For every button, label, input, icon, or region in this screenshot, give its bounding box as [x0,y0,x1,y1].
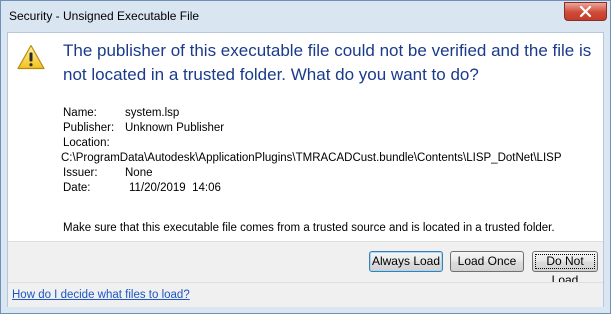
always-load-button[interactable]: Always Load [369,251,443,272]
dialog-body: The publisher of this executable file co… [7,32,604,307]
issuer-label: Issuer: [63,167,98,179]
button-bar: Always Load Load Once Do Not Load [8,241,603,287]
help-link[interactable]: How do I decide what files to load? [12,289,190,301]
publisher-value: Unknown Publisher [125,122,225,134]
close-button[interactable] [564,2,607,21]
trust-notice: Make sure that this executable file come… [63,222,555,234]
load-once-button[interactable]: Load Once [450,251,524,272]
location-value: C:\ProgramData\Autodesk\ApplicationPlugi… [61,152,562,164]
publisher-row: Publisher: Unknown Publisher [63,121,603,136]
window-title: Security - Unsigned Executable File [9,9,200,23]
name-value: system.lsp [125,107,180,119]
file-details: Name: system.lsp Publisher: Unknown Publ… [61,106,603,196]
dialog-footer: How do I decide what files to load? [8,282,603,307]
do-not-load-button[interactable]: Do Not Load [532,251,598,287]
name-row: Name: system.lsp [63,106,603,121]
date-label: Date: [63,182,91,194]
location-label: Location: [63,137,110,149]
name-label: Name: [63,107,97,119]
date-value: 11/20/2019 14:06 [129,182,221,194]
date-row: Date: 11/20/2019 14:06 [63,181,603,196]
close-icon [579,6,592,17]
issuer-value: None [125,167,153,179]
title-bar[interactable]: Security - Unsigned Executable File [1,1,610,31]
issuer-row: Issuer: None [63,166,603,181]
security-dialog: Security - Unsigned Executable File The … [0,0,611,314]
location-row: Location: [63,136,603,151]
publisher-label: Publisher: [63,122,115,134]
warning-icon [17,44,45,70]
headline: The publisher of this executable file co… [63,41,592,84]
